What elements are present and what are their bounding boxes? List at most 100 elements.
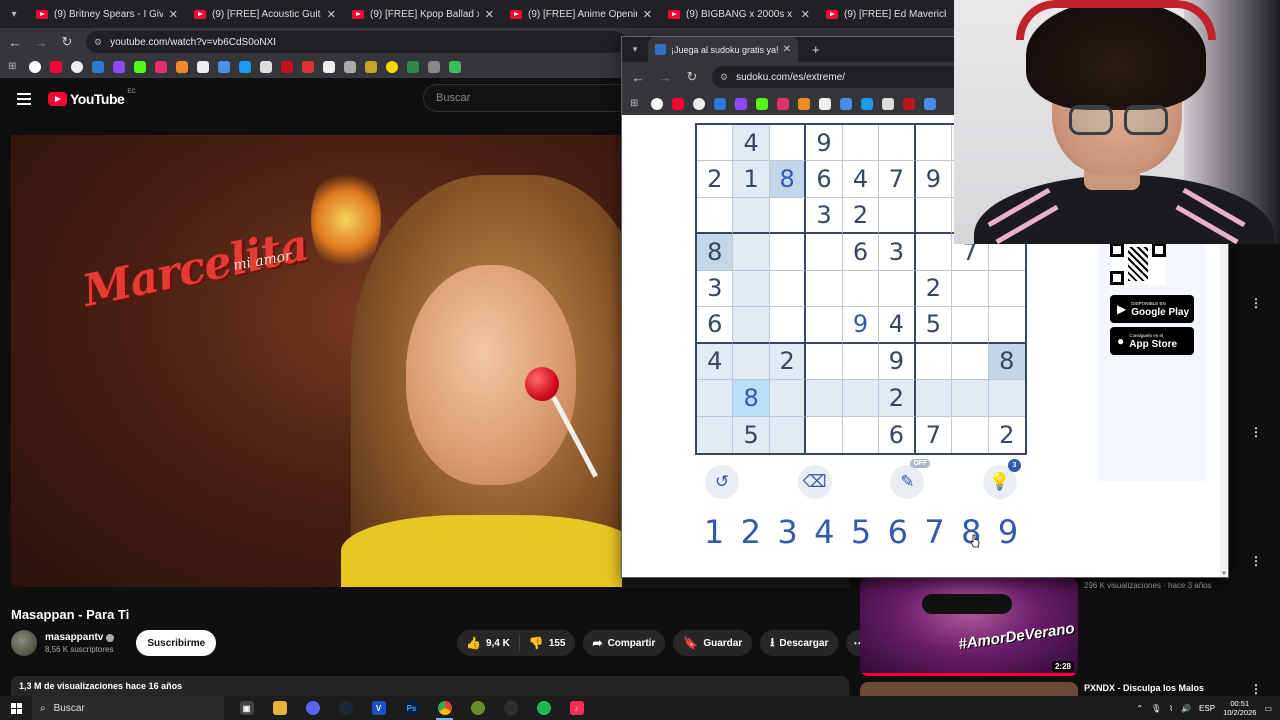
sudoku-cell[interactable] bbox=[806, 343, 843, 381]
bookmark-icon[interactable] bbox=[29, 61, 41, 73]
tab-close-icon[interactable]: ✕ bbox=[801, 8, 810, 21]
bookmark-icon[interactable] bbox=[672, 97, 684, 110]
sudoku-cell[interactable]: 2 bbox=[842, 197, 880, 235]
taskbar-search[interactable]: ⌕ Buscar bbox=[32, 696, 224, 720]
sudoku-cell[interactable] bbox=[806, 270, 843, 308]
sudoku-cell[interactable]: 6 bbox=[879, 416, 916, 453]
youtube-logo[interactable]: YouTube EC bbox=[48, 89, 136, 107]
bookmark-icon[interactable] bbox=[735, 97, 747, 110]
sudoku-cell[interactable]: 4 bbox=[733, 125, 770, 162]
sudoku-cell[interactable] bbox=[842, 416, 880, 453]
bookmark-icon[interactable] bbox=[651, 97, 663, 110]
bookmark-icon[interactable] bbox=[302, 61, 314, 73]
sudoku-cell[interactable] bbox=[988, 307, 1025, 344]
sudoku-cell[interactable] bbox=[697, 416, 734, 453]
related-video-thumbnail[interactable] bbox=[860, 682, 1078, 696]
sudoku-cell[interactable] bbox=[988, 270, 1025, 308]
bookmark-icon[interactable] bbox=[197, 61, 209, 73]
tab-close-icon[interactable]: ✕ bbox=[169, 8, 178, 21]
sudoku-cell[interactable] bbox=[769, 234, 807, 271]
sudoku-cell[interactable] bbox=[733, 234, 770, 271]
taskbar-app[interactable] bbox=[527, 696, 560, 720]
sudoku-cell[interactable] bbox=[915, 343, 953, 381]
more-options-icon[interactable]: ⋮ bbox=[1250, 554, 1262, 568]
taskbar-app[interactable] bbox=[494, 696, 527, 720]
bookmark-icon[interactable] bbox=[819, 97, 831, 110]
sudoku-cell[interactable] bbox=[697, 197, 734, 235]
sudoku-cell[interactable] bbox=[769, 270, 807, 308]
bookmark-icon[interactable] bbox=[134, 61, 146, 73]
browser-tab[interactable]: (9) [FREE] Acoustic Guitar Type✕ bbox=[186, 0, 344, 28]
tab-close-icon[interactable]: ✕ bbox=[485, 8, 494, 21]
bookmark-icon[interactable] bbox=[428, 61, 440, 73]
sudoku-cell[interactable] bbox=[733, 270, 770, 308]
sudoku-cell[interactable]: 9 bbox=[806, 125, 843, 162]
sudoku-cell[interactable] bbox=[697, 380, 734, 417]
number-button[interactable]: 1 bbox=[697, 513, 731, 551]
apps-grid-icon[interactable]: ⊞ bbox=[630, 98, 642, 110]
notes-button[interactable]: ✎ OFF bbox=[890, 459, 931, 499]
erase-button[interactable]: ⌫ bbox=[797, 465, 832, 499]
sudoku-cell[interactable] bbox=[915, 380, 953, 417]
bookmark-icon[interactable] bbox=[903, 97, 915, 110]
sudoku-cell[interactable] bbox=[952, 307, 989, 344]
sudoku-cell[interactable] bbox=[879, 197, 916, 235]
taskbar-app[interactable] bbox=[263, 696, 296, 720]
sudoku-cell[interactable]: 6 bbox=[806, 161, 843, 198]
number-button[interactable]: 3 bbox=[771, 513, 805, 551]
sudoku-cell[interactable] bbox=[879, 125, 916, 162]
network-icon[interactable]: ⌇ bbox=[1169, 704, 1173, 713]
bookmark-icon[interactable] bbox=[176, 61, 188, 73]
video-player[interactable]: Marcelita mi amor bbox=[11, 135, 622, 587]
sudoku-cell[interactable]: 4 bbox=[842, 161, 880, 198]
bookmark-icon[interactable] bbox=[840, 97, 852, 110]
bookmark-icon[interactable] bbox=[449, 61, 461, 73]
more-options-icon[interactable]: ⋮ bbox=[1250, 425, 1262, 439]
sudoku-cell[interactable]: 3 bbox=[697, 270, 734, 308]
sudoku-cell[interactable]: 5 bbox=[733, 416, 770, 453]
bookmark-icon[interactable] bbox=[323, 61, 335, 73]
sudoku-cell[interactable]: 4 bbox=[879, 307, 916, 344]
app-store-button[interactable]: ● Consíguelo en el App Store bbox=[1110, 327, 1194, 355]
sudoku-cell[interactable] bbox=[769, 380, 807, 417]
sudoku-cell[interactable]: 2 bbox=[915, 270, 953, 308]
new-tab-icon[interactable]: + bbox=[812, 42, 820, 57]
more-options-icon[interactable]: ⋮ bbox=[1250, 296, 1262, 310]
bookmark-icon[interactable] bbox=[882, 97, 894, 110]
sudoku-cell[interactable]: 2 bbox=[988, 416, 1025, 453]
forward-icon[interactable]: → bbox=[658, 70, 672, 85]
tab-close-icon[interactable]: ✕ bbox=[783, 44, 791, 55]
clock[interactable]: 00:51 10/2/2026 bbox=[1223, 699, 1256, 717]
apps-grid-icon[interactable]: ⊞ bbox=[8, 61, 20, 73]
back-icon[interactable]: ← bbox=[631, 70, 645, 85]
sudoku-cell[interactable]: 7 bbox=[915, 416, 953, 453]
taskbar-app[interactable]: ♪ bbox=[560, 696, 593, 720]
bookmark-icon[interactable] bbox=[756, 97, 768, 110]
bookmark-icon[interactable] bbox=[50, 61, 62, 73]
sudoku-cell[interactable] bbox=[988, 380, 1025, 417]
language-indicator[interactable]: ESP bbox=[1199, 704, 1215, 713]
sudoku-cell[interactable]: 1 bbox=[733, 161, 770, 198]
browser-tab[interactable]: (9) Britney Spears - I Give In [E✕ bbox=[28, 0, 186, 28]
bookmark-icon[interactable] bbox=[693, 97, 705, 110]
sudoku-cell[interactable] bbox=[769, 307, 807, 344]
like-button[interactable]: 👍 9,4 K bbox=[457, 630, 519, 656]
url-field[interactable]: ⚙ youtube.com/watch?v=vb6CdS0oNXI bbox=[86, 31, 626, 53]
sudoku-cell[interactable] bbox=[842, 380, 880, 417]
bookmark-icon[interactable] bbox=[155, 61, 167, 73]
sudoku-cell[interactable] bbox=[842, 125, 880, 162]
bookmark-icon[interactable] bbox=[92, 61, 104, 73]
sudoku-cell[interactable]: 3 bbox=[806, 197, 843, 235]
taskbar-app[interactable]: Ps bbox=[395, 696, 428, 720]
sudoku-cell[interactable] bbox=[806, 416, 843, 453]
taskbar-app[interactable] bbox=[329, 696, 362, 720]
sudoku-cell[interactable] bbox=[952, 270, 989, 308]
bookmark-icon[interactable] bbox=[386, 61, 398, 73]
sudoku-cell[interactable]: 7 bbox=[879, 161, 916, 198]
site-info-icon[interactable]: ⚙ bbox=[720, 72, 728, 83]
reload-icon[interactable]: ↻ bbox=[60, 34, 74, 50]
sudoku-cell[interactable] bbox=[952, 416, 989, 453]
number-button[interactable]: 4 bbox=[807, 513, 841, 551]
more-options-icon[interactable]: ⋮ bbox=[1250, 682, 1262, 696]
sudoku-cell[interactable] bbox=[769, 125, 807, 162]
